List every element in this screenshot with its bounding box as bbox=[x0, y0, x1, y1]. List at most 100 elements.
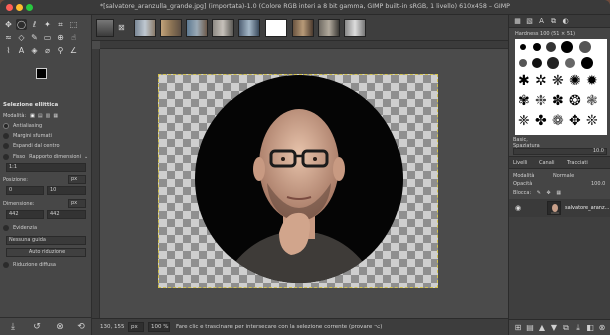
fixed-option-select[interactable]: Rapporto dimensioni bbox=[29, 154, 81, 160]
svg-text:✲: ✲ bbox=[535, 73, 547, 89]
unified-transform-tool-icon[interactable]: ⬚ bbox=[68, 19, 79, 30]
position-label: Posizione: bbox=[3, 176, 28, 183]
canvas-area[interactable] bbox=[92, 41, 508, 318]
feather-checkbox[interactable] bbox=[3, 132, 9, 139]
image-tab-3[interactable] bbox=[160, 19, 182, 37]
smudge-tool-icon[interactable]: ☝ bbox=[68, 32, 79, 43]
cage-transform-tool-icon[interactable]: ◇ bbox=[16, 32, 27, 43]
opacity-row[interactable]: Opacità 100.0 bbox=[513, 181, 607, 187]
chevron-down-icon[interactable]: ⌄ bbox=[84, 154, 88, 160]
merge-layer-icon[interactable]: ⤓ bbox=[573, 323, 583, 333]
lower-layer-icon[interactable]: ▼ bbox=[549, 323, 559, 333]
guides-select[interactable]: Nessuna guida bbox=[6, 236, 86, 245]
brushes-grid[interactable]: ✱ ✲ ❋ ✺ ✹ ✾ ❉ ✽ ❂ ❃ ❈ ✤ ❁ ✥ ❊ bbox=[515, 39, 607, 135]
position-y-field[interactable]: 10 bbox=[47, 186, 86, 195]
image-tab-9[interactable] bbox=[318, 19, 340, 37]
bucket-fill-tool-icon[interactable]: ◈ bbox=[29, 45, 40, 56]
expand-checkbox[interactable] bbox=[3, 142, 9, 149]
lock-position-icon[interactable]: ✥ bbox=[547, 190, 551, 196]
layer-mode-label: Modalità bbox=[513, 173, 535, 179]
position-x-field[interactable]: 0 bbox=[6, 186, 44, 195]
patterns-tab-icon[interactable]: ▧ bbox=[525, 17, 534, 26]
foreground-color[interactable] bbox=[36, 68, 47, 79]
lock-row: Blocca: ✎ ✥ ▦ bbox=[513, 190, 561, 196]
fixed-checkbox[interactable] bbox=[3, 153, 9, 160]
shrink-merged-checkbox[interactable] bbox=[3, 261, 9, 268]
unit-select[interactable]: px bbox=[128, 322, 144, 332]
image-tab-1[interactable] bbox=[96, 19, 114, 37]
size-unit-select[interactable]: px bbox=[68, 199, 86, 208]
visibility-eye-icon[interactable]: ◉ bbox=[515, 204, 521, 212]
highlight-row[interactable]: Evidenzia bbox=[3, 223, 89, 232]
layer-mask-icon[interactable]: ◧ bbox=[585, 323, 595, 333]
svg-text:✽: ✽ bbox=[552, 93, 564, 109]
layer-name: salvatore_aranz... bbox=[565, 205, 610, 211]
new-layer-group-icon[interactable]: ▤ bbox=[525, 323, 535, 333]
size-width-field[interactable]: 442 bbox=[6, 210, 44, 219]
position-unit-select[interactable]: px bbox=[68, 175, 86, 184]
paths-tab[interactable]: Tracciati bbox=[567, 160, 588, 166]
paintbrush-tool-icon[interactable]: ✎ bbox=[29, 32, 40, 43]
shrink-merged-row[interactable]: Riduzione diffusa bbox=[3, 260, 89, 269]
measure-tool-icon[interactable]: ∠ bbox=[68, 45, 79, 56]
antialiasing-checkbox[interactable] bbox=[3, 122, 9, 129]
warp-transform-tool-icon[interactable]: ≈ bbox=[3, 32, 14, 43]
fixed-row[interactable]: Fisso Rapporto dimensioni ⌄ bbox=[3, 152, 89, 161]
image-tab-7[interactable] bbox=[265, 19, 287, 37]
brushes-tab-icon[interactable]: ▦ bbox=[513, 17, 522, 26]
right-dock: ▦ ▧ A ⧉ ◐ Hardness 100 (51 × 51) ✱ ✲ ❋ ✺… bbox=[508, 15, 610, 335]
text-tool-icon[interactable]: A bbox=[16, 45, 27, 56]
delete-options-icon[interactable]: ⊗ bbox=[55, 322, 65, 332]
expand-row[interactable]: Espandi dal centro bbox=[3, 141, 89, 150]
channels-tab[interactable]: Canali bbox=[539, 160, 555, 166]
pointer-coordinates: 130, 155 bbox=[100, 324, 125, 330]
close-icon[interactable]: ⊠ bbox=[118, 24, 126, 32]
save-options-icon[interactable]: ⤓ bbox=[8, 322, 18, 332]
brushes-dock-tabs: ▦ ▧ A ⧉ ◐ bbox=[509, 15, 610, 28]
mode-subtract-icon[interactable]: ▥ bbox=[46, 113, 51, 119]
raise-layer-icon[interactable]: ▲ bbox=[537, 323, 547, 333]
document-history-tab-icon[interactable]: ⧉ bbox=[549, 17, 558, 26]
lock-alpha-icon[interactable]: ▦ bbox=[556, 190, 561, 196]
duplicate-layer-icon[interactable]: ⧉ bbox=[561, 323, 571, 333]
ratio-field[interactable]: 1:1 bbox=[6, 163, 86, 172]
restore-options-icon[interactable]: ↺ bbox=[32, 322, 42, 332]
layers-tab[interactable]: Livelli bbox=[513, 160, 527, 166]
gradient-tab-icon[interactable]: ◐ bbox=[561, 17, 570, 26]
mode-intersect-icon[interactable]: ▦ bbox=[53, 113, 58, 119]
mode-add-icon[interactable]: ▤ bbox=[38, 113, 43, 119]
mode-replace-icon[interactable]: ▣ bbox=[30, 113, 35, 119]
color-picker-tool-icon[interactable]: ⌀ bbox=[42, 45, 53, 56]
lasso-tool-icon[interactable]: ℓ bbox=[29, 19, 40, 30]
zoom-select[interactable]: 100 % bbox=[148, 322, 170, 332]
highlight-checkbox[interactable] bbox=[3, 224, 9, 231]
image-tab-8[interactable] bbox=[292, 19, 314, 37]
clone-tool-icon[interactable]: ⊕ bbox=[55, 32, 66, 43]
layer-mode-select[interactable]: Normale bbox=[553, 173, 593, 179]
antialiasing-row[interactable]: Antialiasing bbox=[3, 121, 89, 130]
crop-tool-icon[interactable]: ⌗ bbox=[55, 19, 66, 30]
paths-tool-icon[interactable]: ⌇ bbox=[3, 45, 14, 56]
image-tab-10[interactable] bbox=[344, 19, 366, 37]
zoom-tool-icon[interactable]: ⚲ bbox=[55, 45, 66, 56]
feather-row[interactable]: Margini sfumati bbox=[3, 131, 89, 140]
fuzzy-select-tool-icon[interactable]: ✦ bbox=[42, 19, 53, 30]
auto-shrink-button[interactable]: Auto riduzione bbox=[6, 248, 86, 257]
image-tab-4[interactable] bbox=[186, 19, 208, 37]
image-tab-6[interactable] bbox=[238, 19, 260, 37]
ellipse-select-tool-icon[interactable]: ◯ bbox=[16, 19, 27, 30]
delete-layer-icon[interactable]: ⊗ bbox=[597, 323, 607, 333]
image-tab-5[interactable] bbox=[212, 19, 234, 37]
eraser-tool-icon[interactable]: ▭ bbox=[42, 32, 53, 43]
fonts-tab-icon[interactable]: A bbox=[537, 17, 546, 26]
reset-options-icon[interactable]: ⟲ bbox=[76, 322, 86, 332]
spacing-slider[interactable]: 10.0 bbox=[513, 148, 607, 155]
size-height-field[interactable]: 442 bbox=[47, 210, 86, 219]
image-canvas[interactable] bbox=[158, 74, 438, 288]
new-layer-icon[interactable]: ⊞ bbox=[513, 323, 523, 333]
lock-pixels-icon[interactable]: ✎ bbox=[537, 190, 541, 196]
layers-list-empty-area bbox=[509, 217, 610, 319]
image-tab-2[interactable] bbox=[134, 19, 156, 37]
layer-row-selected[interactable]: ◉ salvatore_aranz... bbox=[509, 199, 610, 217]
move-tool-icon[interactable]: ✥ bbox=[3, 19, 14, 30]
